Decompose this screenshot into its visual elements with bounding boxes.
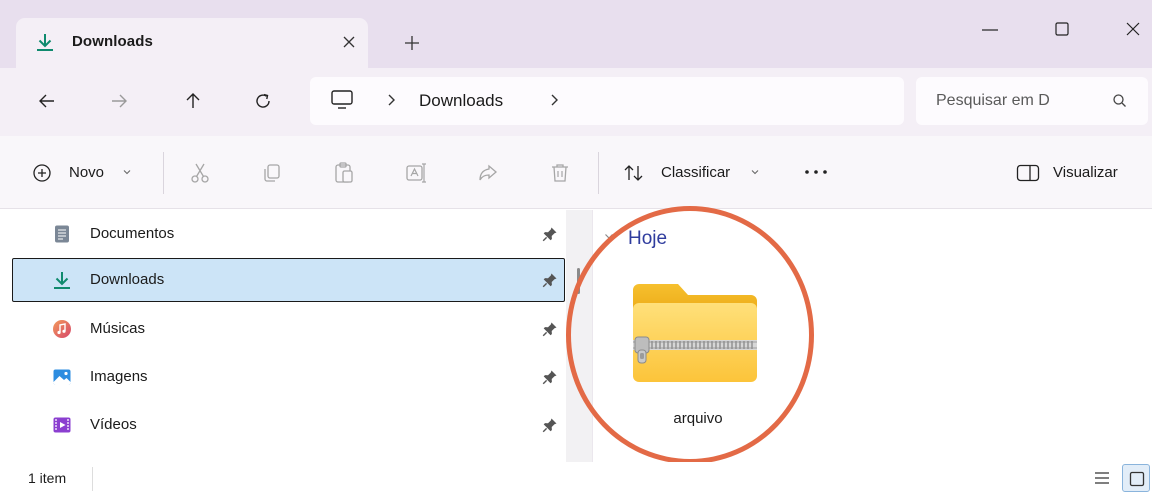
sidebar-item-label: Músicas [90, 320, 146, 337]
toolbar-divider [598, 152, 599, 194]
cut-icon[interactable] [188, 161, 212, 185]
close-window-button[interactable] [1114, 14, 1152, 44]
plus-circle-icon [32, 163, 52, 183]
preview-button[interactable]: Visualizar [1016, 160, 1146, 188]
sidebar-item-imagens[interactable]: Imagens [12, 355, 565, 399]
preview-label: Visualizar [1053, 164, 1118, 181]
share-icon[interactable] [476, 161, 500, 185]
chevron-down-icon [750, 167, 760, 177]
paste-icon[interactable] [332, 161, 356, 185]
sort-label: Classificar [661, 164, 731, 181]
preview-pane-icon [1016, 164, 1040, 182]
music-icon [52, 319, 72, 339]
more-options-icon[interactable] [803, 167, 829, 177]
pictures-icon [52, 367, 72, 387]
address-bar[interactable]: Downloads [310, 77, 904, 125]
copy-icon[interactable] [260, 161, 284, 185]
new-label: Novo [69, 164, 105, 181]
up-icon[interactable] [180, 88, 206, 114]
search-input[interactable] [936, 89, 1100, 113]
documents-icon [52, 224, 72, 244]
sidebar-item-label: Imagens [90, 368, 148, 385]
refresh-icon[interactable] [250, 88, 276, 114]
item-count: 1 item [28, 470, 67, 486]
address-row: Downloads [0, 68, 1152, 136]
zip-folder-icon [630, 280, 760, 386]
back-icon[interactable] [34, 88, 60, 114]
status-divider [92, 467, 93, 491]
sidebar-item-downloads[interactable]: Downloads [12, 258, 565, 302]
pin-icon[interactable] [542, 272, 558, 288]
download-icon [35, 32, 55, 52]
toolbar-divider [163, 152, 164, 194]
tiles-view-icon[interactable] [1122, 464, 1150, 492]
new-tab-icon[interactable] [400, 31, 424, 55]
scrollbar-thumb[interactable] [577, 268, 580, 294]
status-bar: 1 item [0, 462, 1152, 492]
file-item[interactable]: arquivo [623, 274, 763, 434]
sidebar-item-label: Downloads [90, 271, 165, 288]
search-icon[interactable] [1110, 91, 1130, 111]
sidebar-item-documentos[interactable]: Documentos [12, 212, 565, 256]
command-bar: Novo Classificar Visualizar [0, 136, 1152, 209]
videos-icon [52, 415, 72, 435]
breadcrumb-downloads[interactable]: Downloads [419, 91, 503, 111]
chevron-down-icon[interactable] [603, 230, 615, 242]
tab-title: Downloads [72, 33, 153, 50]
rename-icon[interactable] [404, 161, 428, 185]
pin-icon[interactable] [542, 417, 558, 433]
chevron-right-icon[interactable] [384, 91, 400, 109]
details-view-icon[interactable] [1092, 469, 1112, 487]
pin-icon[interactable] [542, 321, 558, 337]
computer-icon[interactable] [330, 89, 354, 111]
minimize-button[interactable] [970, 14, 1010, 44]
title-bar: Downloads [0, 0, 1152, 68]
sort-button[interactable]: Classificar [623, 160, 773, 188]
pin-icon[interactable] [542, 226, 558, 242]
navigation-pane: Documentos Downloads Músicas Imagens Víd… [0, 210, 566, 462]
sidebar-item-label: Vídeos [90, 416, 137, 433]
sidebar-item-label: Documentos [90, 225, 175, 242]
search-box[interactable] [916, 77, 1148, 125]
sidebar-item-videos[interactable]: Vídeos [12, 403, 565, 447]
chevron-down-icon [122, 167, 132, 177]
sidebar-item-musicas[interactable]: Músicas [12, 307, 565, 351]
pin-icon[interactable] [542, 369, 558, 385]
sort-icon [623, 163, 645, 183]
chevron-right-icon[interactable] [547, 91, 563, 109]
maximize-button[interactable] [1042, 14, 1082, 44]
sidebar-scrollbar[interactable] [566, 210, 592, 462]
close-tab-icon[interactable] [338, 31, 360, 53]
group-header[interactable]: Hoje [628, 228, 667, 250]
delete-icon[interactable] [548, 161, 572, 185]
forward-icon[interactable] [106, 88, 132, 114]
file-list: Hoje arquivo [593, 210, 1152, 462]
file-name[interactable]: arquivo [623, 410, 773, 427]
download-icon [52, 270, 72, 290]
new-button[interactable]: Novo [32, 160, 144, 188]
tab-downloads[interactable]: Downloads [16, 18, 368, 68]
